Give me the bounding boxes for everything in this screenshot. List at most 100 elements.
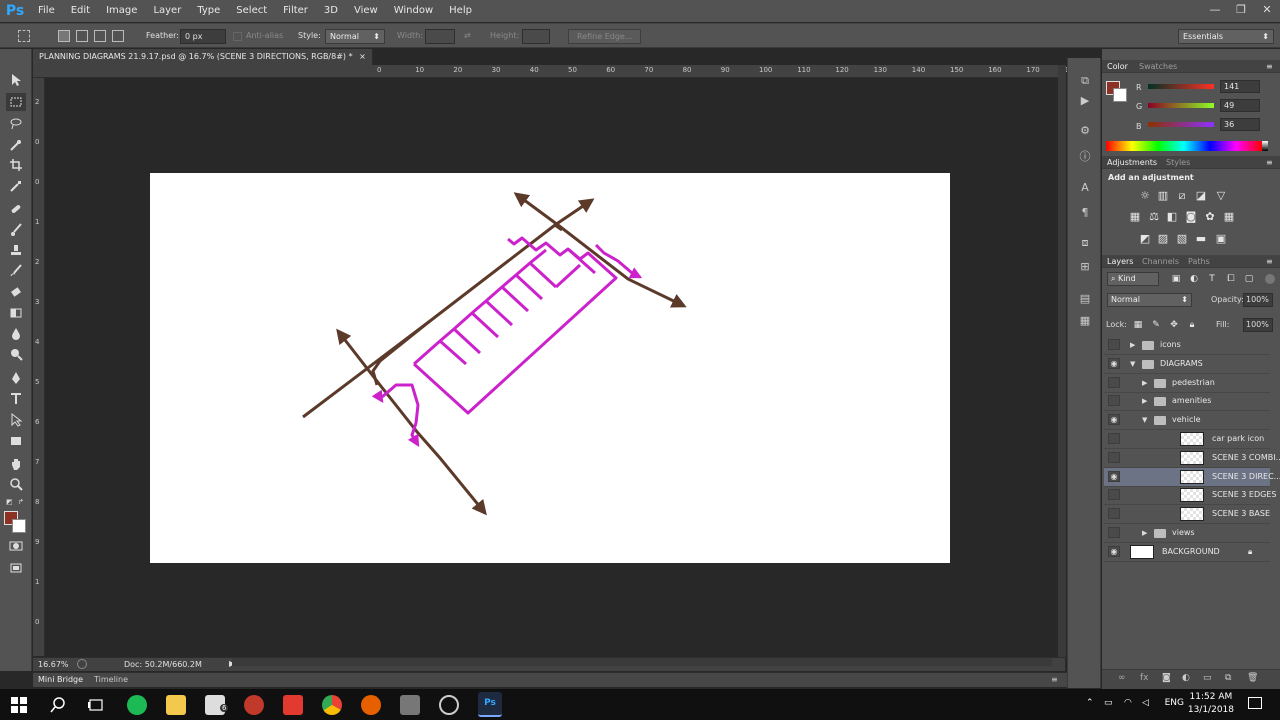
- g-slider[interactable]: [1148, 103, 1214, 108]
- vertical-scrollbar[interactable]: [1058, 65, 1066, 657]
- tab-styles[interactable]: Styles: [1166, 158, 1190, 167]
- zoom-level[interactable]: 16.67%: [38, 660, 69, 669]
- color-balance-icon[interactable]: ⚖: [1148, 211, 1160, 223]
- layer-group-row[interactable]: ▶ amenities: [1104, 392, 1270, 412]
- zoom-tool-icon[interactable]: [6, 475, 26, 493]
- gradient-map-icon[interactable]: ▬: [1195, 233, 1207, 245]
- photoshop-taskbar-icon[interactable]: Ps: [478, 692, 502, 717]
- volume-icon[interactable]: ◁: [1142, 698, 1149, 708]
- invert-icon[interactable]: ◩: [1139, 233, 1151, 245]
- background-color-swatch[interactable]: [12, 519, 26, 533]
- visibility-eye-icon[interactable]: ◉: [1108, 470, 1120, 482]
- file-explorer-icon[interactable]: [166, 695, 186, 715]
- swap-icon[interactable]: ⇄: [464, 31, 471, 40]
- swap-colors-icon[interactable]: ↱: [18, 498, 24, 506]
- layer-row[interactable]: SCENE 3 EDGES: [1104, 486, 1276, 506]
- vibrance-icon[interactable]: ▽: [1215, 190, 1227, 202]
- close-tab-icon[interactable]: ×: [359, 52, 366, 61]
- color-lookup-icon[interactable]: ▦: [1223, 211, 1235, 223]
- levels-icon[interactable]: ▥: [1157, 190, 1169, 202]
- new-layer-icon[interactable]: ⧉: [1225, 673, 1231, 683]
- workspace-select[interactable]: Essentials ⬍: [1178, 29, 1274, 44]
- intersect-selection-icon[interactable]: [112, 30, 124, 42]
- lasso-tool-icon[interactable]: [6, 115, 26, 133]
- clone-source-icon[interactable]: ⧈: [1078, 236, 1092, 250]
- visibility-eye-icon[interactable]: [1108, 508, 1120, 520]
- clone-stamp-tool-icon[interactable]: [6, 242, 26, 260]
- path-selection-tool-icon[interactable]: [6, 411, 26, 429]
- blend-mode-select[interactable]: Normal ⬍: [1107, 293, 1192, 307]
- sketchup-icon[interactable]: [244, 695, 264, 715]
- panel-menu-icon[interactable]: ≡: [1266, 257, 1273, 266]
- network-icon[interactable]: ▭: [1104, 698, 1113, 708]
- feather-input[interactable]: 0 px: [180, 29, 226, 44]
- visibility-eye-icon[interactable]: ◉: [1108, 545, 1120, 557]
- fill-input[interactable]: 100%: [1243, 318, 1273, 332]
- screen-mode-icon[interactable]: [6, 559, 26, 577]
- crop-tool-icon[interactable]: [6, 156, 26, 174]
- blur-tool-icon[interactable]: [6, 325, 26, 343]
- color-spectrum[interactable]: [1106, 141, 1262, 151]
- new-adjustment-icon[interactable]: ◐: [1182, 673, 1190, 683]
- show-hidden-icons-icon[interactable]: ⌃: [1086, 698, 1094, 708]
- tab-layers[interactable]: Layers: [1107, 257, 1133, 266]
- layer-row[interactable]: SCENE 3 COMBI...: [1104, 449, 1280, 468]
- menu-help[interactable]: Help: [441, 0, 480, 22]
- info-icon[interactable]: ⓘ: [1078, 150, 1092, 164]
- chrome-icon[interactable]: [322, 695, 342, 715]
- move-tool-icon[interactable]: [6, 71, 26, 89]
- visibility-eye-icon[interactable]: [1108, 339, 1120, 350]
- opacity-input[interactable]: 100%: [1243, 293, 1273, 307]
- new-selection-icon[interactable]: [58, 30, 70, 42]
- layer-group-row[interactable]: ▶ views: [1104, 524, 1270, 543]
- background-color-swatch[interactable]: [1113, 88, 1127, 102]
- posterize-icon[interactable]: ▨: [1157, 233, 1169, 245]
- share-icon[interactable]: [77, 659, 87, 669]
- visibility-eye-icon[interactable]: [1108, 489, 1120, 501]
- layer-group-row[interactable]: ▶ pedestrian: [1104, 374, 1270, 393]
- visibility-eye-icon[interactable]: [1108, 376, 1120, 388]
- brush-tool-icon[interactable]: [6, 221, 26, 239]
- menu-edit[interactable]: Edit: [63, 0, 98, 22]
- panel-menu-icon[interactable]: ≡: [1266, 62, 1273, 71]
- visibility-eye-icon[interactable]: [1108, 527, 1120, 538]
- g-value[interactable]: 49: [1220, 99, 1260, 112]
- properties-icon[interactable]: ⚙: [1078, 124, 1092, 138]
- close-button[interactable]: ✕: [1254, 0, 1280, 22]
- character-icon[interactable]: A: [1078, 181, 1092, 195]
- actions-play-icon[interactable]: ▶: [1078, 94, 1092, 108]
- filter-kind-select[interactable]: ⌕ Kind: [1107, 272, 1159, 286]
- search-icon[interactable]: [50, 697, 66, 713]
- height-input[interactable]: [522, 29, 550, 44]
- history-icon[interactable]: ⧉: [1078, 74, 1092, 88]
- pixel-filter-icon[interactable]: ▣: [1170, 273, 1182, 285]
- tab-paths[interactable]: Paths: [1188, 257, 1210, 266]
- add-selection-icon[interactable]: [76, 30, 88, 42]
- subtract-selection-icon[interactable]: [94, 30, 106, 42]
- expand-toggle-icon[interactable]: ▼: [1142, 416, 1147, 424]
- expand-toggle-icon[interactable]: ▶: [1142, 397, 1147, 405]
- antialias-checkbox[interactable]: [233, 32, 242, 41]
- delete-layer-icon[interactable]: 🗑︎: [1247, 673, 1258, 683]
- default-colors-icon[interactable]: ◩: [6, 498, 13, 506]
- menu-filter[interactable]: Filter: [275, 0, 316, 22]
- selective-color-icon[interactable]: ▣: [1215, 233, 1227, 245]
- spotify-icon[interactable]: [127, 695, 147, 715]
- menu-layer[interactable]: Layer: [145, 0, 189, 22]
- tab-mini-bridge[interactable]: Mini Bridge: [38, 675, 83, 684]
- width-input[interactable]: [425, 29, 455, 44]
- hand-tool-icon[interactable]: [6, 455, 26, 473]
- add-mask-icon[interactable]: ◙: [1162, 673, 1171, 683]
- notes-icon[interactable]: ▦: [1078, 314, 1092, 328]
- paragraph-icon[interactable]: ¶: [1078, 206, 1092, 220]
- lock-position-icon[interactable]: ✥: [1168, 319, 1180, 331]
- menu-image[interactable]: Image: [98, 0, 145, 22]
- layer-style-icon[interactable]: fx: [1140, 673, 1149, 683]
- speedtest-icon[interactable]: [439, 695, 459, 715]
- history-brush-tool-icon[interactable]: [6, 262, 26, 280]
- b-slider[interactable]: [1148, 122, 1214, 127]
- smart-object-filter-icon[interactable]: ▢: [1243, 273, 1255, 285]
- lock-transparency-icon[interactable]: ▦: [1132, 319, 1144, 331]
- lock-pixels-icon[interactable]: ✎: [1150, 319, 1162, 331]
- panel-menu-icon[interactable]: ≡: [1051, 675, 1058, 684]
